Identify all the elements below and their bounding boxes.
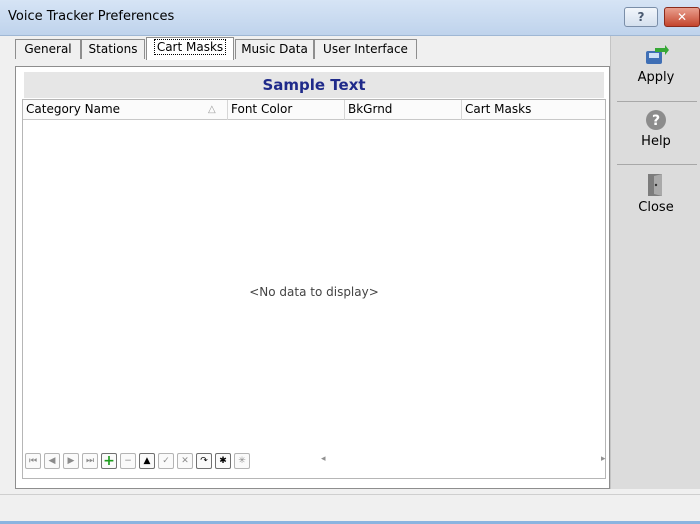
next-page-icon[interactable]: ▶: [63, 453, 79, 469]
sample-text-preview: Sample Text: [24, 72, 604, 98]
window-title: Voice Tracker Preferences: [8, 9, 175, 24]
confirm-icon[interactable]: ✓: [158, 453, 174, 469]
status-bar: [0, 494, 700, 524]
tab-cart-masks[interactable]: Cart Masks: [146, 37, 234, 60]
dialog-client: General Stations Cart Masks Music Data U…: [0, 36, 700, 524]
new-row-icon[interactable]: ✳: [234, 453, 250, 469]
first-page-icon[interactable]: ⏮: [25, 453, 41, 469]
last-page-icon[interactable]: ⏭: [82, 453, 98, 469]
tab-cart-masks-label: Cart Masks: [153, 39, 227, 55]
separator: [617, 164, 697, 165]
tab-stations[interactable]: Stations: [81, 39, 145, 59]
empty-grid-message: <No data to display>: [249, 285, 379, 299]
apply-label: Apply: [637, 70, 675, 85]
svg-text:?: ?: [652, 113, 660, 129]
tab-user-interface[interactable]: User Interface: [314, 39, 417, 59]
refresh-icon[interactable]: ↷: [196, 453, 212, 469]
tab-music-data[interactable]: Music Data: [235, 39, 314, 59]
grid-header: Category Name △ Font Color BkGrnd Cart M…: [23, 100, 605, 120]
separator: [617, 101, 697, 102]
prev-page-icon[interactable]: ◀: [44, 453, 60, 469]
title-bar: Voice Tracker Preferences ? ✕: [0, 0, 700, 36]
door-icon: [648, 174, 662, 196]
help-button[interactable]: ? Help: [611, 108, 700, 149]
help-label: Help: [641, 134, 671, 149]
close-button[interactable]: Close: [611, 172, 700, 215]
move-up-icon[interactable]: ▲: [139, 453, 155, 469]
add-icon[interactable]: +: [101, 453, 117, 469]
column-font-color[interactable]: Font Color: [228, 100, 345, 120]
remove-icon[interactable]: −: [120, 453, 136, 469]
scroll-left-icon[interactable]: ◂: [321, 454, 326, 464]
asterisk-icon[interactable]: ✱: [215, 453, 231, 469]
apply-icon: [646, 45, 669, 64]
sort-ascending-icon: △: [208, 104, 216, 115]
column-bkgrnd[interactable]: BkGrnd: [345, 100, 462, 120]
scroll-right-icon[interactable]: ▸: [601, 454, 606, 464]
close-title-button[interactable]: ✕: [664, 7, 700, 27]
cart-masks-page: Sample Text Category Name △ Font Color B…: [15, 66, 610, 489]
cancel-icon[interactable]: ✕: [177, 453, 193, 469]
column-cart-masks[interactable]: Cart Masks: [462, 100, 605, 120]
action-panel: Apply ? Help Close: [610, 36, 700, 489]
tab-general[interactable]: General: [15, 39, 81, 59]
column-category-name[interactable]: Category Name: [23, 100, 228, 120]
help-icon: ?: [646, 110, 666, 130]
help-title-button[interactable]: ?: [624, 7, 658, 27]
apply-button[interactable]: Apply: [611, 44, 700, 85]
cart-masks-grid[interactable]: Category Name △ Font Color BkGrnd Cart M…: [22, 99, 606, 479]
close-label: Close: [638, 200, 674, 215]
